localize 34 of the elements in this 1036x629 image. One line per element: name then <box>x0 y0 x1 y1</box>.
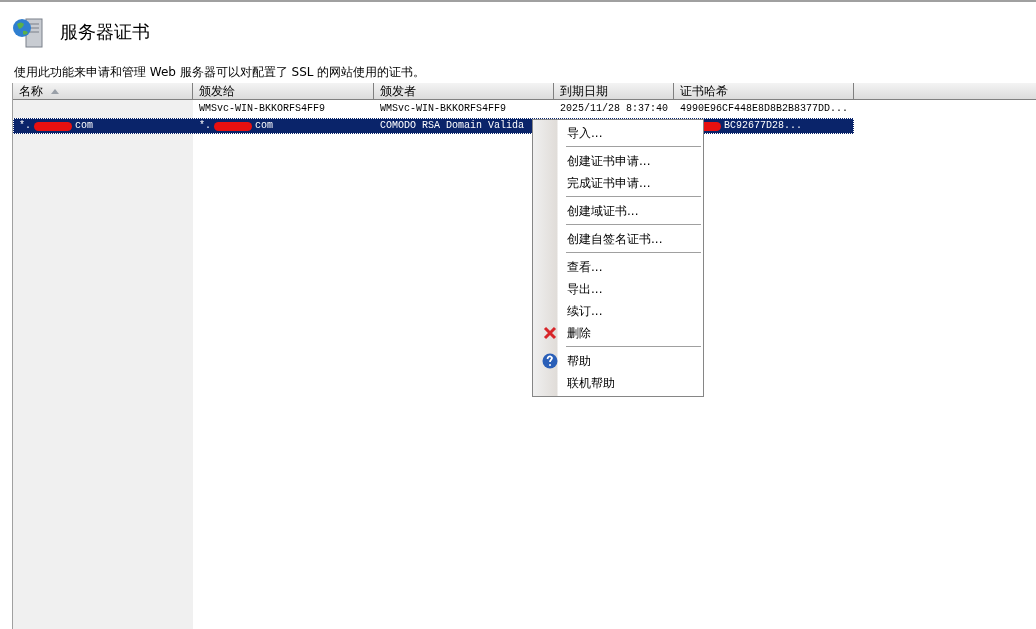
table-cell-text: com <box>255 119 274 133</box>
menu-item[interactable]: 导出... <box>533 278 703 300</box>
table-cell-text: COMODO RSA Domain Valida <box>380 119 525 133</box>
table-cell-text: 4990E96CF448E8D8B2B8377DD... <box>680 102 849 116</box>
menu-item[interactable]: 查看... <box>533 256 703 278</box>
redaction-mark <box>34 121 72 131</box>
table-row[interactable]: WMSvc-WIN-BKKORFS4FF9 WMSvc-WIN-BKKORFS4FF9 2025/11/28 8:37:40 4990E96CF448E8D8B2B8377DD... <box>13 101 854 117</box>
table-cell-text: WMSvc-WIN-BKKORFS4FF9 <box>380 102 507 116</box>
column-header[interactable]: 证书哈希 <box>674 83 854 99</box>
menu-item[interactable]: 创建域证书... <box>533 200 703 222</box>
column-header[interactable]: 名称 <box>13 83 193 99</box>
table-cell-text: 2025/11/28 8:37:40 <box>560 102 669 116</box>
table-cell-text: *. <box>19 119 31 133</box>
table-cell-text: WMSvc-WIN-BKKORFS4FF9 <box>199 102 326 116</box>
menu-item[interactable]: 续订... <box>533 300 703 322</box>
table-cell-text: BC92677D28... <box>724 119 802 133</box>
redaction-mark <box>214 121 252 131</box>
menu-item[interactable]: 创建自签名证书... <box>533 228 703 250</box>
delete-icon <box>543 326 557 340</box>
table-cell-text: com <box>75 119 94 133</box>
server-globe-icon <box>12 15 46 49</box>
menu-item[interactable]: 完成证书申请... <box>533 172 703 194</box>
column-header[interactable]: 到期日期 <box>554 83 674 99</box>
menu-item[interactable]: 创建证书申请... <box>533 150 703 172</box>
menu-item[interactable]: 删除 <box>533 322 703 344</box>
table-cell-text: *. <box>199 119 211 133</box>
page-description: 使用此功能来申请和管理 Web 服务器可以对配置了 SSL 的网站使用的证书。 <box>14 64 427 80</box>
menu-item[interactable]: 帮助 <box>533 350 703 372</box>
sort-arrow-icon <box>51 88 59 94</box>
column-header[interactable]: 颁发给 <box>193 83 374 99</box>
help-icon <box>542 353 558 369</box>
page-title: 服务器证书 <box>60 20 150 44</box>
menu-item[interactable]: 联机帮助 <box>533 372 703 394</box>
column-header[interactable]: 颁发者 <box>374 83 554 99</box>
